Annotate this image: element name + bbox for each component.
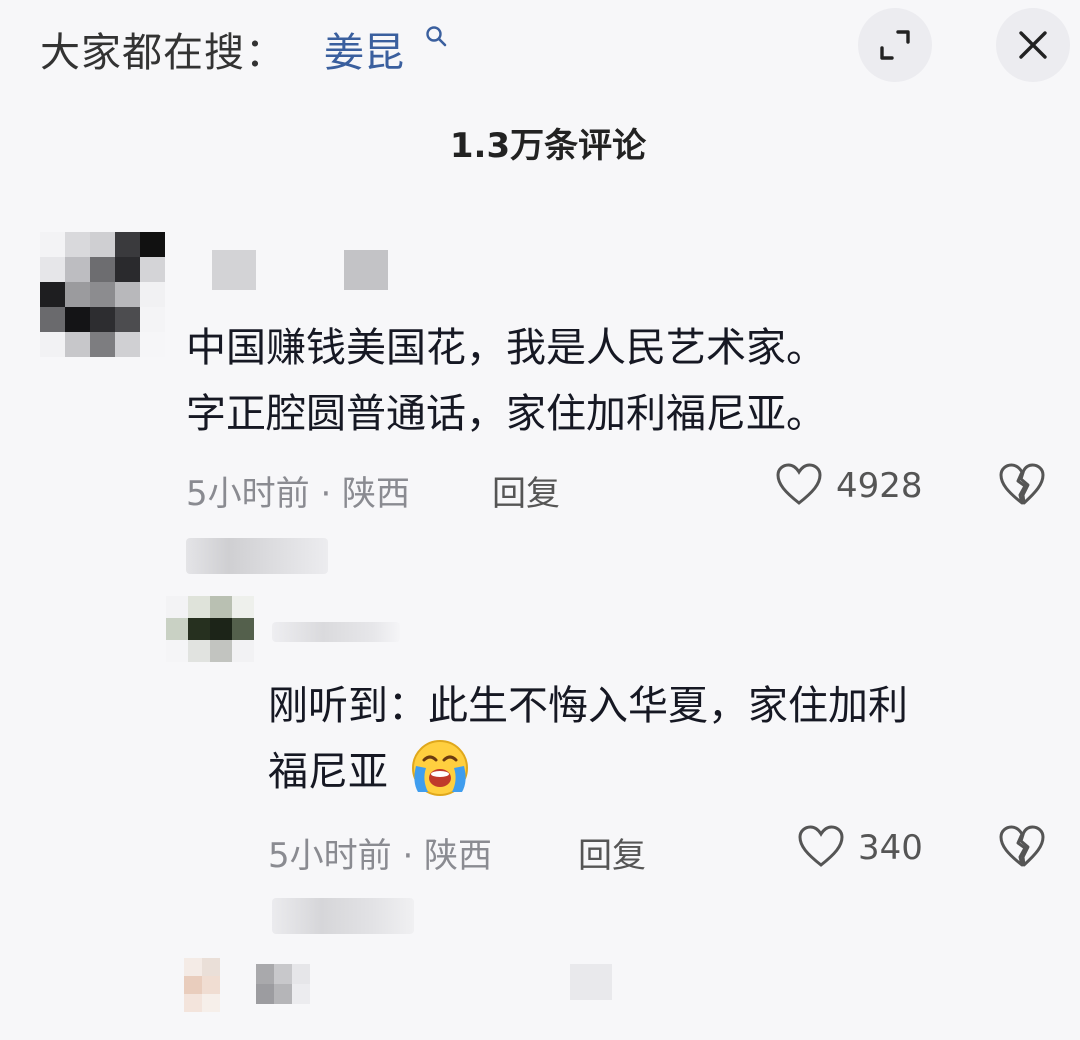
next-username-redacted <box>570 964 612 1000</box>
search-suggestion-term[interactable]: 姜昆 <box>324 20 404 78</box>
username-redacted-2 <box>344 250 388 290</box>
broken-heart-icon[interactable] <box>998 462 1046 506</box>
reply-text-line-2: 福尼亚 <box>268 749 388 795</box>
broken-heart-icon[interactable] <box>998 824 1046 868</box>
close-button[interactable] <box>996 8 1070 82</box>
next-avatar[interactable] <box>184 958 220 1012</box>
username-redacted[interactable] <box>212 250 256 290</box>
like-count: 4928 <box>836 466 923 506</box>
reply-text-line-1: 刚听到：此生不悔入华夏，家住加利 <box>268 683 908 729</box>
crying-emoji-icon <box>412 740 468 796</box>
search-icon[interactable] <box>424 24 448 48</box>
reply-button[interactable]: 回复 <box>492 466 560 515</box>
close-icon <box>1019 31 1047 59</box>
more-replies-redacted[interactable] <box>272 898 414 934</box>
next-avatar-2 <box>256 964 310 1004</box>
search-suggestion-label: 大家都在搜： <box>40 30 286 76</box>
heart-icon[interactable] <box>775 462 823 506</box>
avatar[interactable] <box>40 232 165 357</box>
reply-username-redacted[interactable] <box>272 622 400 642</box>
reply-like-count: 340 <box>858 828 923 868</box>
comment-count-title: 1.3万条评论 <box>449 126 647 166</box>
comment-text-line-1: 中国赚钱美国花，我是人民艺术家。 <box>186 325 826 371</box>
comment-time-location: 5小时前 · 陕西 <box>186 474 411 514</box>
reply-avatar[interactable] <box>166 596 254 662</box>
expand-replies-redacted[interactable] <box>186 538 328 574</box>
heart-icon[interactable] <box>797 824 845 868</box>
reply-reply-button[interactable]: 回复 <box>578 828 646 877</box>
expand-icon <box>880 30 910 60</box>
reply-time-location: 5小时前 · 陕西 <box>268 836 493 876</box>
comment-text-line-2: 字正腔圆普通话，家住加利福尼亚。 <box>186 391 826 437</box>
expand-button[interactable] <box>858 8 932 82</box>
